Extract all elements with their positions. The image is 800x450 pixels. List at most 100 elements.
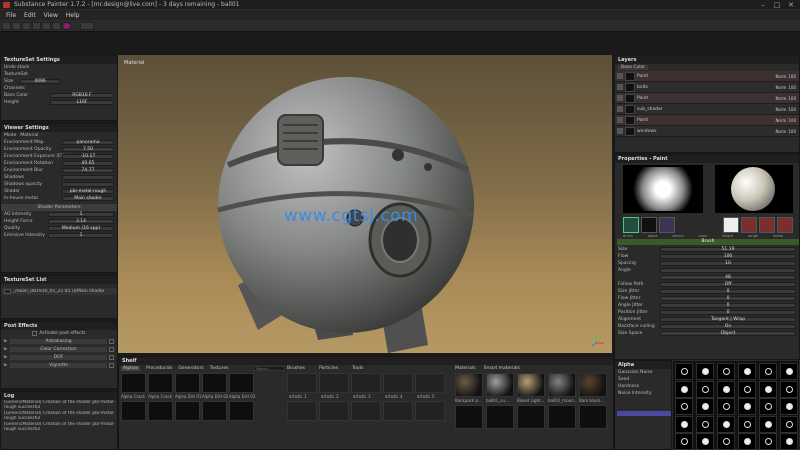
visibility-eye-icon[interactable] — [617, 95, 623, 101]
brush-thumbnail[interactable] — [287, 401, 317, 421]
setting-value[interactable]: 40.65 — [62, 161, 114, 166]
size-dropdown[interactable]: 4096 — [20, 79, 60, 84]
brush-thumbnail[interactable] — [415, 373, 445, 393]
expand-arrow-icon[interactable]: ▶ — [4, 339, 8, 344]
alpha-shape-thumbnail[interactable] — [717, 398, 735, 415]
alpha-shape-thumbnail[interactable] — [696, 433, 714, 450]
alpha-shape-thumbnail[interactable] — [717, 363, 735, 380]
layer-blend-mode[interactable]: Norm — [775, 107, 786, 112]
setting-value[interactable]: 7.50 — [62, 147, 114, 152]
expand-arrow-icon[interactable]: ▶ — [4, 355, 8, 360]
alpha-thumbnail[interactable] — [229, 373, 254, 393]
menu-edit[interactable]: Edit — [24, 12, 36, 19]
shader-params-header[interactable]: Shader Parameters — [1, 204, 117, 211]
alpha-shape-thumbnail[interactable] — [759, 363, 777, 380]
visibility-eye-icon[interactable] — [617, 73, 623, 79]
shelf-tab[interactable]: Generators — [178, 366, 203, 371]
setting-value[interactable]: -10.17 — [62, 154, 114, 159]
post-effect-checkbox[interactable] — [109, 363, 114, 368]
param-value[interactable]: 1 — [48, 212, 114, 217]
shelf-tab[interactable]: Alphas — [121, 366, 141, 371]
sphere-model[interactable] — [118, 55, 612, 353]
alpha-selection-bar[interactable] — [617, 411, 671, 416]
alpha-shape-thumbnail[interactable] — [759, 398, 777, 415]
3d-viewport[interactable]: Material www.cgtsj.com — [118, 55, 612, 353]
setting-value[interactable] — [62, 182, 114, 187]
setting-value[interactable] — [62, 175, 114, 180]
material-thumbnail[interactable] — [455, 373, 483, 397]
alpha-shape-thumbnail[interactable] — [780, 415, 798, 433]
property-value[interactable]: Object — [660, 331, 796, 336]
alpha-shape-thumbnail[interactable] — [759, 433, 777, 450]
setting-value[interactable]: Main shader — [62, 196, 114, 201]
material-thumbnail[interactable] — [548, 405, 576, 429]
property-value[interactable]: Off — [660, 282, 796, 287]
layer-blend-mode[interactable]: Norm — [775, 74, 786, 79]
menu-help[interactable]: Help — [66, 12, 80, 19]
layer-opacity[interactable]: 100 — [788, 85, 796, 90]
layer-item[interactable]: windows Norm 100 — [615, 126, 799, 137]
alpha-shape-thumbnail[interactable] — [717, 415, 735, 433]
alpha-thumbnail[interactable] — [202, 401, 227, 421]
layer-item[interactable]: bolts Norm 100 — [615, 82, 799, 93]
alpha-shape-thumbnail[interactable] — [780, 433, 798, 450]
visibility-checkbox[interactable] — [4, 289, 11, 294]
visibility-eye-icon[interactable] — [617, 84, 623, 90]
alpha-thumbnail[interactable] — [121, 401, 146, 421]
alpha-shape-thumbnail[interactable] — [696, 363, 714, 380]
activate-post-effects-row[interactable]: Activate post effects — [1, 330, 117, 337]
brush-tab[interactable]: Particles — [319, 366, 338, 371]
material-thumbnail[interactable] — [517, 405, 545, 429]
menu-view[interactable]: View — [44, 12, 58, 19]
layer-item[interactable]: Paint Norm 100 — [615, 115, 799, 126]
visibility-eye-icon[interactable] — [617, 117, 623, 123]
alpha-shape-thumbnail[interactable] — [675, 398, 693, 415]
brush-thumbnail[interactable] — [351, 373, 381, 393]
visibility-eye-icon[interactable] — [617, 106, 623, 112]
brush-thumbnail[interactable] — [287, 373, 317, 393]
symmetry-toggle[interactable] — [80, 22, 94, 30]
property-value[interactable]: 10 — [660, 261, 796, 266]
setting-value[interactable]: panorama — [62, 140, 114, 145]
alpha-search-input[interactable]: Search... — [253, 366, 285, 371]
property-value[interactable]: Tangent | Wrap — [660, 317, 796, 322]
alpha-shape-thumbnail[interactable] — [738, 433, 756, 450]
alpha-thumbnail[interactable] — [148, 373, 173, 393]
alpha-thumbnail[interactable] — [148, 401, 173, 421]
alpha-shape-thumbnail[interactable] — [675, 363, 693, 380]
property-value[interactable]: 0 — [660, 289, 796, 294]
property-value[interactable]: 0 — [660, 296, 796, 301]
brush-tab[interactable]: Tools — [352, 366, 363, 371]
material-thumbnail[interactable] — [579, 405, 607, 429]
alpha-shape-thumbnail[interactable] — [717, 433, 735, 450]
brush-thumbnail[interactable] — [383, 401, 413, 421]
material-tab[interactable]: Smart materials — [484, 366, 520, 371]
material-thumbnail[interactable] — [579, 373, 607, 397]
polyfill-tool-icon[interactable] — [32, 22, 41, 30]
layer-blend-mode[interactable]: Norm — [775, 118, 786, 123]
alpha-shape-thumbnail[interactable] — [738, 415, 756, 433]
alpha-shape-thumbnail[interactable] — [696, 398, 714, 415]
layer-blend-mode[interactable]: Norm — [775, 129, 786, 134]
alpha-shape-thumbnail[interactable] — [780, 398, 798, 415]
post-effect-checkbox[interactable] — [109, 339, 114, 344]
property-value[interactable]: 0 — [660, 310, 796, 315]
property-value[interactable] — [660, 268, 796, 273]
setting-value[interactable]: 74.77 — [62, 168, 114, 173]
expand-arrow-icon[interactable]: ▶ — [4, 347, 8, 352]
close-button[interactable]: ✕ — [784, 0, 798, 9]
channel-dropdown[interactable]: Base Color — [618, 65, 649, 70]
visibility-eye-icon[interactable] — [617, 128, 623, 134]
menu-file[interactable]: File — [6, 12, 16, 19]
stencil-slot-icon[interactable] — [659, 217, 675, 233]
alpha-shape-thumbnail[interactable] — [759, 380, 777, 398]
post-effect-item[interactable]: ▶ Color Correction — [1, 346, 117, 353]
undo-stack-label[interactable]: Undo stack — [4, 65, 29, 70]
alpha-slot-icon[interactable] — [641, 217, 657, 233]
brush-section-header[interactable]: Brush — [617, 239, 799, 245]
brush-slot-icon[interactable] — [623, 217, 639, 233]
alpha-shape-thumbnail[interactable] — [675, 380, 693, 398]
paint-tool-icon[interactable] — [2, 22, 11, 30]
height-slot-icon[interactable] — [741, 217, 757, 233]
height-format-dropdown[interactable]: L16F — [50, 100, 114, 105]
